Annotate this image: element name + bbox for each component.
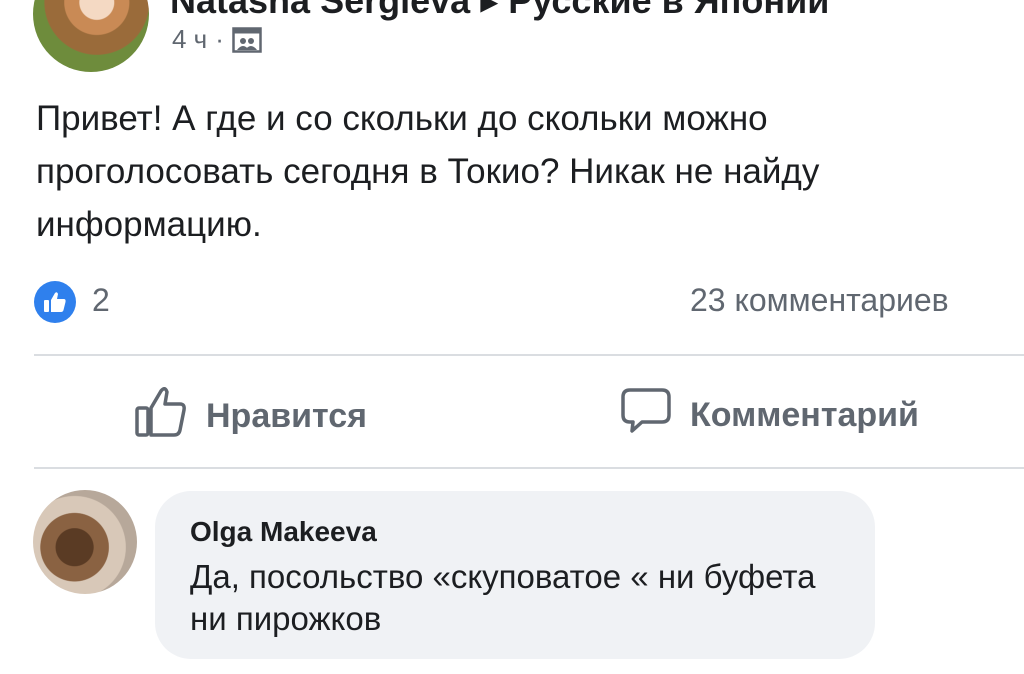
privacy-group-icon — [232, 26, 262, 53]
author-name[interactable]: Natasha Sergieva — [170, 0, 470, 21]
meta-separator: · — [215, 24, 224, 54]
divider-bottom — [34, 467, 1024, 469]
like-button[interactable]: Нравится — [134, 386, 367, 447]
author-avatar[interactable] — [33, 0, 149, 72]
post-header-title[interactable]: Natasha Sergieva ▸ Русские в Японии — [170, 0, 829, 22]
comment-count[interactable]: 23 комментариев — [690, 282, 949, 319]
post-text: Привет! А где и со скольки до скольки мо… — [36, 99, 820, 244]
commenter-avatar[interactable] — [33, 490, 137, 594]
comment-button[interactable]: Комментарий — [620, 386, 919, 445]
like-reaction-icon[interactable] — [34, 281, 76, 323]
thumbs-up-icon — [134, 386, 188, 447]
comment-text: Да, посольство «скуповатое « ни буфета н… — [190, 558, 816, 637]
group-name[interactable]: Русские в Японии — [508, 0, 829, 21]
like-count[interactable]: 2 — [92, 282, 110, 319]
comment-button-label: Комментарий — [690, 396, 919, 434]
comment-icon — [620, 386, 672, 445]
post-time[interactable]: 4 ч — [172, 24, 207, 55]
divider-top — [34, 354, 1024, 356]
like-button-label: Нравится — [206, 397, 367, 435]
comment-author[interactable]: Olga Makeeva — [190, 516, 377, 548]
header-arrow-icon: ▸ — [480, 0, 509, 21]
post-meta: 4 ч · — [172, 24, 262, 55]
